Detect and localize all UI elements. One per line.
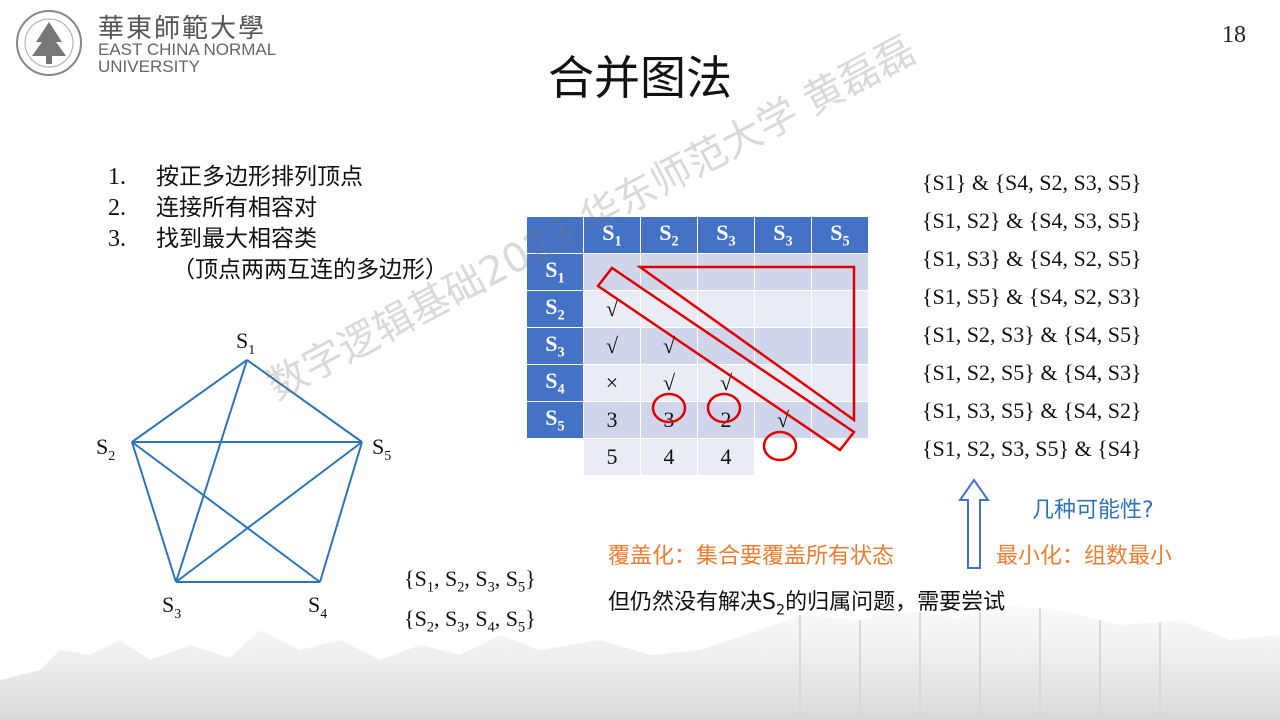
step-item: 2. 连接所有相容对	[108, 193, 448, 224]
table-cell	[640, 253, 698, 291]
edge-s2-s3	[131, 441, 177, 583]
vertex-label-s2: S2	[96, 434, 115, 464]
edge-s1-s3	[175, 359, 248, 583]
table-cell	[811, 364, 869, 402]
table-cell	[754, 364, 812, 402]
table-cell	[640, 290, 698, 328]
col-header: S5	[811, 216, 869, 254]
method-steps: 1. 按正多边形排列顶点 2. 连接所有相容对 3. 找到最大相容类 （顶点两两互连的…	[108, 162, 448, 286]
conclusion-text: 但仍然没有解决S2的归属问题，需要尝试	[608, 590, 1006, 619]
partition-item: {S1, S5} & {S4, S2, S3}	[922, 284, 1142, 309]
table-cell	[811, 253, 869, 291]
table-cell: 3	[640, 401, 698, 439]
step-number: 2.	[108, 195, 126, 221]
edge-s1-s2	[131, 359, 248, 443]
row-header: S4	[526, 364, 584, 402]
table-cell	[811, 290, 869, 328]
partition-item: {S1, S2, S3, S5} & {S4}	[922, 436, 1142, 461]
col-header: S3	[697, 216, 755, 254]
table-cell: 4	[640, 438, 698, 476]
table-cell	[754, 290, 812, 328]
table-cell	[811, 327, 869, 365]
step-text: 连接所有相容对	[156, 195, 317, 221]
minimize-condition: 最小化：组数最小	[996, 544, 1173, 569]
step-item: 3. 找到最大相容类	[108, 224, 448, 255]
step-number: 3.	[108, 226, 126, 252]
table-cell	[754, 327, 812, 365]
up-arrow-icon	[958, 478, 990, 569]
table-cell: 4	[697, 438, 755, 476]
table-cell	[697, 327, 755, 365]
table-cell: ×	[583, 364, 641, 402]
step-text: 找到最大相容类	[156, 226, 317, 252]
table-cell	[583, 253, 641, 291]
col-header: S2	[640, 216, 698, 254]
table-cell: √	[583, 290, 641, 328]
col-header: S3	[754, 216, 812, 254]
cover-condition: 覆盖化：集合要覆盖所有状态	[608, 544, 895, 569]
slide-title: 合并图法	[548, 51, 732, 105]
table-cell	[811, 401, 869, 439]
maximal-compatible-set-1: {S1, S2, S3, S5}	[404, 566, 536, 596]
table-cell: 2	[697, 401, 755, 439]
edge-s2-s4	[131, 441, 321, 583]
edge-s3-s5	[175, 441, 363, 583]
vertex-label-s5: S5	[372, 434, 391, 464]
row-header: S3	[526, 327, 584, 365]
maximal-compatible-set-2: {S2, S3, S4, S5}	[404, 606, 536, 636]
table-cell	[754, 253, 812, 291]
step-item: 1. 按正多边形排列顶点	[108, 162, 448, 193]
partition-item: {S1} & {S4, S2, S3, S5}	[922, 170, 1142, 195]
table-cell: 5	[583, 438, 641, 476]
partition-item: {S1, S3, S5} & {S4, S2}	[922, 398, 1142, 423]
row-header: S5	[526, 401, 584, 439]
table-blank	[527, 439, 584, 476]
table-blank	[755, 439, 812, 476]
table-cell	[697, 290, 755, 328]
table-cell: √	[754, 401, 812, 439]
merge-graph-pentagon: S1 S2 S5 S3 S4	[96, 328, 391, 622]
vertex-label-s4: S4	[308, 592, 327, 622]
step-text: 按正多边形排列顶点	[156, 164, 363, 190]
partition-list: {S1} & {S4, S2, S3, S5} {S1, S2} & {S4, …	[922, 164, 1142, 468]
partition-item: {S1, S3} & {S4, S2, S5}	[922, 246, 1142, 271]
table-cell: 3	[583, 401, 641, 439]
table-blank	[812, 439, 869, 476]
step-number: 1.	[108, 164, 126, 190]
implication-table: S1 S2 S3 S3 S5 S1 S2 √ S3 √ √ S4 × √ √ S	[526, 216, 869, 476]
edge-s4-s5	[319, 441, 363, 583]
table-cell	[697, 253, 755, 291]
partition-item: {S1, S2} & {S4, S3, S5}	[922, 208, 1142, 233]
partition-item: {S1, S2, S3} & {S4, S5}	[922, 322, 1142, 347]
vertex-label-s1: S1	[236, 328, 255, 358]
vertex-label-s3: S3	[162, 592, 181, 622]
table-cell: √	[583, 327, 641, 365]
table-cell: √	[697, 364, 755, 402]
row-header: S2	[526, 290, 584, 328]
step-note: （顶点两两互连的多边形）	[172, 257, 448, 283]
table-cell: √	[640, 327, 698, 365]
partition-item: {S1, S2, S5} & {S4, S3}	[922, 360, 1142, 385]
table-cell: √	[640, 364, 698, 402]
possibilities-question: 几种可能性?	[1032, 498, 1154, 523]
